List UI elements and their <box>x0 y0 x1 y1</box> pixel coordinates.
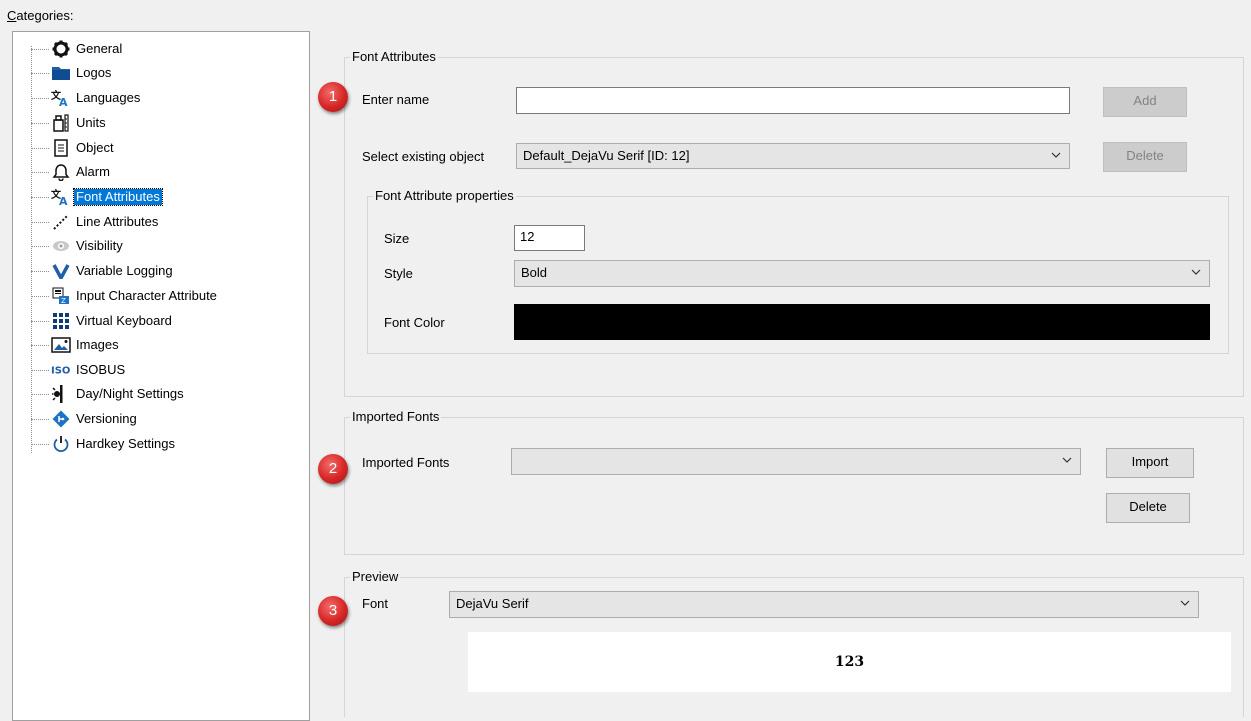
units-icon <box>51 114 71 132</box>
tree-item-logos[interactable]: Logos <box>13 61 309 85</box>
gear-icon <box>51 40 71 58</box>
tree-item-input-character-attribute[interactable]: Z Input Character Attribute <box>13 284 309 308</box>
tree-item-label: Visibility <box>76 238 123 253</box>
size-label: Size <box>384 231 410 246</box>
tree-item-label: Day/Night Settings <box>76 386 184 401</box>
tree-item-object[interactable]: Object <box>13 136 309 160</box>
line-icon <box>51 213 71 231</box>
tree-item-general[interactable]: General <box>13 37 309 61</box>
style-value: Bold <box>521 265 548 280</box>
enter-name-label: Enter name <box>362 92 430 107</box>
tree-item-alarm[interactable]: Alarm <box>13 160 309 184</box>
tree-item-label: Object <box>76 140 114 155</box>
day-night-icon <box>51 385 71 403</box>
folder-icon <box>51 64 71 82</box>
tree-item-line-attributes[interactable]: Line Attributes <box>13 210 309 234</box>
tree-item-label: Logos <box>76 65 112 80</box>
tree-item-virtual-keyboard[interactable]: Virtual Keyboard <box>13 309 309 333</box>
callout-badge-2: 2 <box>318 454 348 484</box>
tree-item-visibility[interactable]: Visibility <box>13 234 309 258</box>
keyboard-icon <box>51 312 71 330</box>
tree-item-label: Units <box>76 115 106 130</box>
callout-badge-1: 1 <box>318 82 348 112</box>
svg-text:Z: Z <box>61 297 66 305</box>
size-input[interactable]: 12 <box>514 225 585 251</box>
tree-item-label: Font Attributes <box>73 188 163 206</box>
delete-imported-font-button[interactable]: Delete <box>1106 493 1190 523</box>
tree-item-label: Hardkey Settings <box>76 436 175 451</box>
font-color-label: Font Color <box>384 315 445 330</box>
document-icon <box>51 139 71 157</box>
select-existing-combo[interactable]: Default_DejaVu Serif [ID: 12] <box>516 143 1070 169</box>
tree-item-label: Languages <box>76 90 141 105</box>
svg-text:A: A <box>59 96 68 107</box>
tree-item-font-attributes[interactable]: 文A Font Attributes <box>13 185 309 209</box>
add-button[interactable]: Add <box>1103 87 1187 117</box>
imported-fonts-title: Imported Fonts <box>350 409 442 424</box>
font-icon: 文A <box>51 188 71 206</box>
tree-item-variable-logging[interactable]: Variable Logging <box>13 259 309 283</box>
style-label: Style <box>384 266 413 281</box>
tree-item-label: Input Character Attribute <box>76 288 217 303</box>
tree-item-versioning[interactable]: Versioning <box>13 407 309 431</box>
tree-item-hardkey-settings[interactable]: Hardkey Settings <box>13 432 309 456</box>
tree-item-isobus[interactable]: ISO ISOBUS <box>13 358 309 382</box>
font-color-swatch[interactable] <box>514 304 1210 340</box>
imported-fonts-label: Imported Fonts <box>362 455 450 470</box>
enter-name-input[interactable] <box>516 87 1070 114</box>
eye-icon <box>51 237 71 255</box>
tree-item-images[interactable]: Images <box>13 333 309 357</box>
input-character-icon: Z <box>51 287 71 305</box>
tree-item-units[interactable]: Units <box>13 111 309 135</box>
imported-fonts-group <box>344 417 1244 555</box>
tree-item-label: Variable Logging <box>76 263 173 278</box>
versioning-icon <box>51 410 71 428</box>
tree-item-label: ISOBUS <box>76 362 126 377</box>
chevron-down-icon <box>1191 269 1201 275</box>
import-button[interactable]: Import <box>1106 448 1194 478</box>
chevron-down-icon <box>1062 457 1072 463</box>
select-existing-label: Select existing object <box>362 149 485 164</box>
tree-item-languages[interactable]: 文A Languages <box>13 86 309 110</box>
tree-item-label: Alarm <box>76 164 110 179</box>
v-icon <box>51 262 71 280</box>
preview-font-combo[interactable]: DejaVu Serif <box>449 591 1199 618</box>
bell-icon <box>51 163 71 181</box>
tree-item-day-night-settings[interactable]: Day/Night Settings <box>13 382 309 406</box>
imported-fonts-combo[interactable] <box>511 448 1081 475</box>
iso-icon: ISO <box>51 361 71 379</box>
font-attributes-title: Font Attributes <box>350 49 438 64</box>
image-icon <box>51 336 71 354</box>
preview-font-label: Font <box>362 596 389 611</box>
power-icon <box>51 435 71 453</box>
svg-text:A: A <box>59 195 68 206</box>
style-combo[interactable]: Bold <box>514 260 1210 287</box>
svg-text:ISO: ISO <box>51 366 70 377</box>
tree-item-label: Line Attributes <box>76 214 159 229</box>
preview-sample: 123 <box>468 632 1231 692</box>
chevron-down-icon <box>1180 600 1190 606</box>
categories-tree[interactable]: General Logos 文A Languages Units Object <box>12 31 310 721</box>
delete-object-button[interactable]: Delete <box>1103 142 1187 172</box>
tree-item-label: Images <box>76 337 119 352</box>
chevron-down-icon <box>1051 152 1061 158</box>
preview-title: Preview <box>350 569 401 584</box>
tree-item-label: Virtual Keyboard <box>76 313 172 328</box>
languages-icon: 文A <box>51 89 71 107</box>
tree-item-label: Versioning <box>76 411 137 426</box>
select-existing-value: Default_DejaVu Serif [ID: 12] <box>523 148 690 163</box>
categories-label: Categories: <box>7 8 74 23</box>
callout-badge-3: 3 <box>318 596 348 626</box>
font-attribute-properties-title: Font Attribute properties <box>373 188 516 203</box>
tree-item-label: General <box>76 41 123 56</box>
preview-font-value: DejaVu Serif <box>456 596 529 611</box>
